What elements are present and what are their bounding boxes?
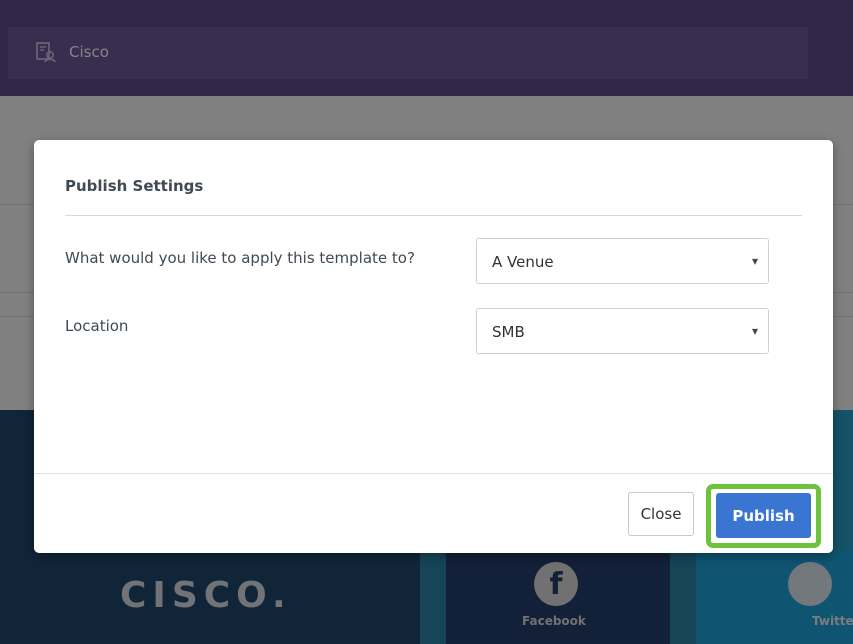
location-label: Location	[65, 317, 129, 335]
dialog-title: Publish Settings	[65, 177, 204, 195]
publish-button[interactable]: Publish	[716, 493, 811, 538]
location-select[interactable]: SMB ▾	[476, 308, 769, 354]
divider	[65, 215, 802, 216]
chevron-down-icon: ▾	[751, 254, 758, 268]
apply-to-label: What would you like to apply this templa…	[65, 249, 415, 267]
publish-settings-dialog: Publish Settings What would you like to …	[34, 140, 833, 553]
dialog-footer-divider	[34, 473, 833, 474]
close-button[interactable]: Close	[628, 492, 694, 536]
apply-to-select[interactable]: A Venue ▾	[476, 238, 769, 284]
location-value: SMB	[492, 323, 525, 341]
apply-to-value: A Venue	[492, 253, 554, 271]
chevron-down-icon: ▾	[751, 324, 758, 338]
